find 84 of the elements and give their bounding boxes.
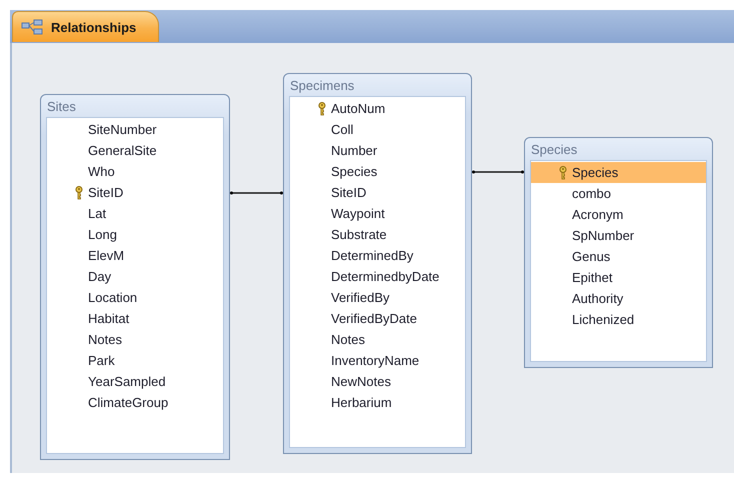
- field-name: AutoNum: [331, 101, 386, 116]
- field-row[interactable]: Park: [47, 350, 223, 371]
- field-row[interactable]: Genus: [531, 246, 706, 267]
- field-row[interactable]: Species: [290, 161, 465, 182]
- field-name: Habitat: [88, 311, 130, 326]
- field-name: Day: [88, 269, 112, 284]
- field-name: SiteID: [88, 185, 124, 200]
- field-name: combo: [572, 186, 612, 201]
- field-row[interactable]: Number: [290, 140, 465, 161]
- field-row[interactable]: YearSampled: [47, 371, 223, 392]
- field-row[interactable]: SpNumber: [531, 225, 706, 246]
- field-name: Species: [331, 164, 378, 179]
- field-row[interactable]: Lichenized: [531, 309, 706, 330]
- field-name: NewNotes: [331, 374, 391, 389]
- field-name: VerifiedBy: [331, 290, 390, 305]
- field-name: Genus: [572, 249, 610, 264]
- field-name: Park: [88, 353, 115, 368]
- relationships-tab[interactable]: Relationships: [12, 11, 160, 42]
- field-name: ClimateGroup: [88, 395, 168, 410]
- field-row[interactable]: SiteNumber: [47, 119, 223, 140]
- table-window[interactable]: Specimens AutoNum Coll Number Species SiteID Waypoint Substrate DeterminedBy DeterminedbyDate VerifiedBy VerifiedByDate Notes InventoryName NewNotes Herbarium: [283, 73, 472, 454]
- field-name: SiteNumber: [88, 122, 157, 137]
- field-name: ElevM: [88, 248, 124, 263]
- field-name: Lichenized: [572, 312, 634, 327]
- field-name: DeterminedBy: [331, 248, 414, 263]
- relationship-line[interactable]: [472, 170, 524, 174]
- field-name: Number: [331, 143, 378, 158]
- field-name: Long: [88, 227, 117, 242]
- field-name: SpNumber: [572, 228, 634, 243]
- field-name: Location: [88, 290, 138, 305]
- field-name: Notes: [331, 332, 365, 347]
- field-row[interactable]: Species: [531, 162, 706, 183]
- field-row[interactable]: Authority: [531, 288, 706, 309]
- field-row[interactable]: Notes: [47, 329, 223, 350]
- field-row[interactable]: Lat: [47, 203, 223, 224]
- field-name: Who: [88, 164, 115, 179]
- field-row[interactable]: Herbarium: [290, 392, 465, 413]
- field-name: Notes: [88, 332, 122, 347]
- field-row[interactable]: VerifiedByDate: [290, 308, 465, 329]
- table-window[interactable]: Sites SiteNumber GeneralSite Who SiteID Lat Long ElevM Day Location Habitat Notes Park YearSampled ClimateGroup: [40, 94, 230, 460]
- field-name: GeneralSite: [88, 143, 157, 158]
- field-name: SiteID: [331, 185, 366, 200]
- field-row[interactable]: NewNotes: [290, 371, 465, 392]
- field-name: Species: [572, 165, 618, 180]
- field-row[interactable]: Substrate: [290, 224, 465, 245]
- field-name: YearSampled: [88, 374, 166, 389]
- table-title: Sites: [47, 98, 76, 114]
- field-name: Epithet: [572, 270, 612, 285]
- field-row[interactable]: Long: [47, 224, 223, 245]
- table-title: Specimens: [290, 78, 354, 92]
- field-row[interactable]: Coll: [290, 119, 465, 140]
- field-row[interactable]: VerifiedBy: [290, 287, 465, 308]
- field-row[interactable]: InventoryName: [290, 350, 465, 371]
- field-name: Lat: [88, 206, 106, 221]
- field-name: Coll: [331, 122, 354, 137]
- field-name: InventoryName: [331, 353, 420, 368]
- table-window[interactable]: Species Species combo Acronym SpNumber Genus Epithet Authority Lichenized: [524, 137, 713, 368]
- field-row[interactable]: Waypoint: [290, 203, 465, 224]
- field-row[interactable]: ClimateGroup: [47, 392, 223, 413]
- field-row[interactable]: combo: [531, 183, 706, 204]
- relationship-line[interactable]: [230, 192, 283, 194]
- field-row[interactable]: Notes: [290, 329, 465, 350]
- field-row[interactable]: Acronym: [531, 204, 706, 225]
- field-name: Acronym: [572, 207, 624, 222]
- table-title: Species: [531, 142, 578, 156]
- field-row[interactable]: Who: [47, 161, 223, 182]
- field-row[interactable]: Epithet: [531, 267, 706, 288]
- field-row[interactable]: Day: [47, 266, 223, 287]
- field-row[interactable]: AutoNum: [290, 98, 465, 119]
- field-name: Substrate: [331, 227, 387, 242]
- relationships-icon: [21, 19, 43, 35]
- field-row[interactable]: SiteID: [290, 182, 465, 203]
- field-row[interactable]: DeterminedbyDate: [290, 266, 465, 287]
- field-name: Waypoint: [331, 206, 385, 221]
- field-row[interactable]: GeneralSite: [47, 140, 223, 161]
- field-row[interactable]: Habitat: [47, 308, 223, 329]
- field-name: Authority: [572, 291, 624, 306]
- field-name: DeterminedbyDate: [331, 269, 440, 284]
- field-row[interactable]: Location: [47, 287, 223, 308]
- field-row[interactable]: DeterminedBy: [290, 245, 465, 266]
- field-row[interactable]: ElevM: [47, 245, 223, 266]
- field-name: Herbarium: [331, 395, 392, 410]
- field-name: VerifiedByDate: [331, 311, 417, 326]
- field-row[interactable]: SiteID: [47, 182, 223, 203]
